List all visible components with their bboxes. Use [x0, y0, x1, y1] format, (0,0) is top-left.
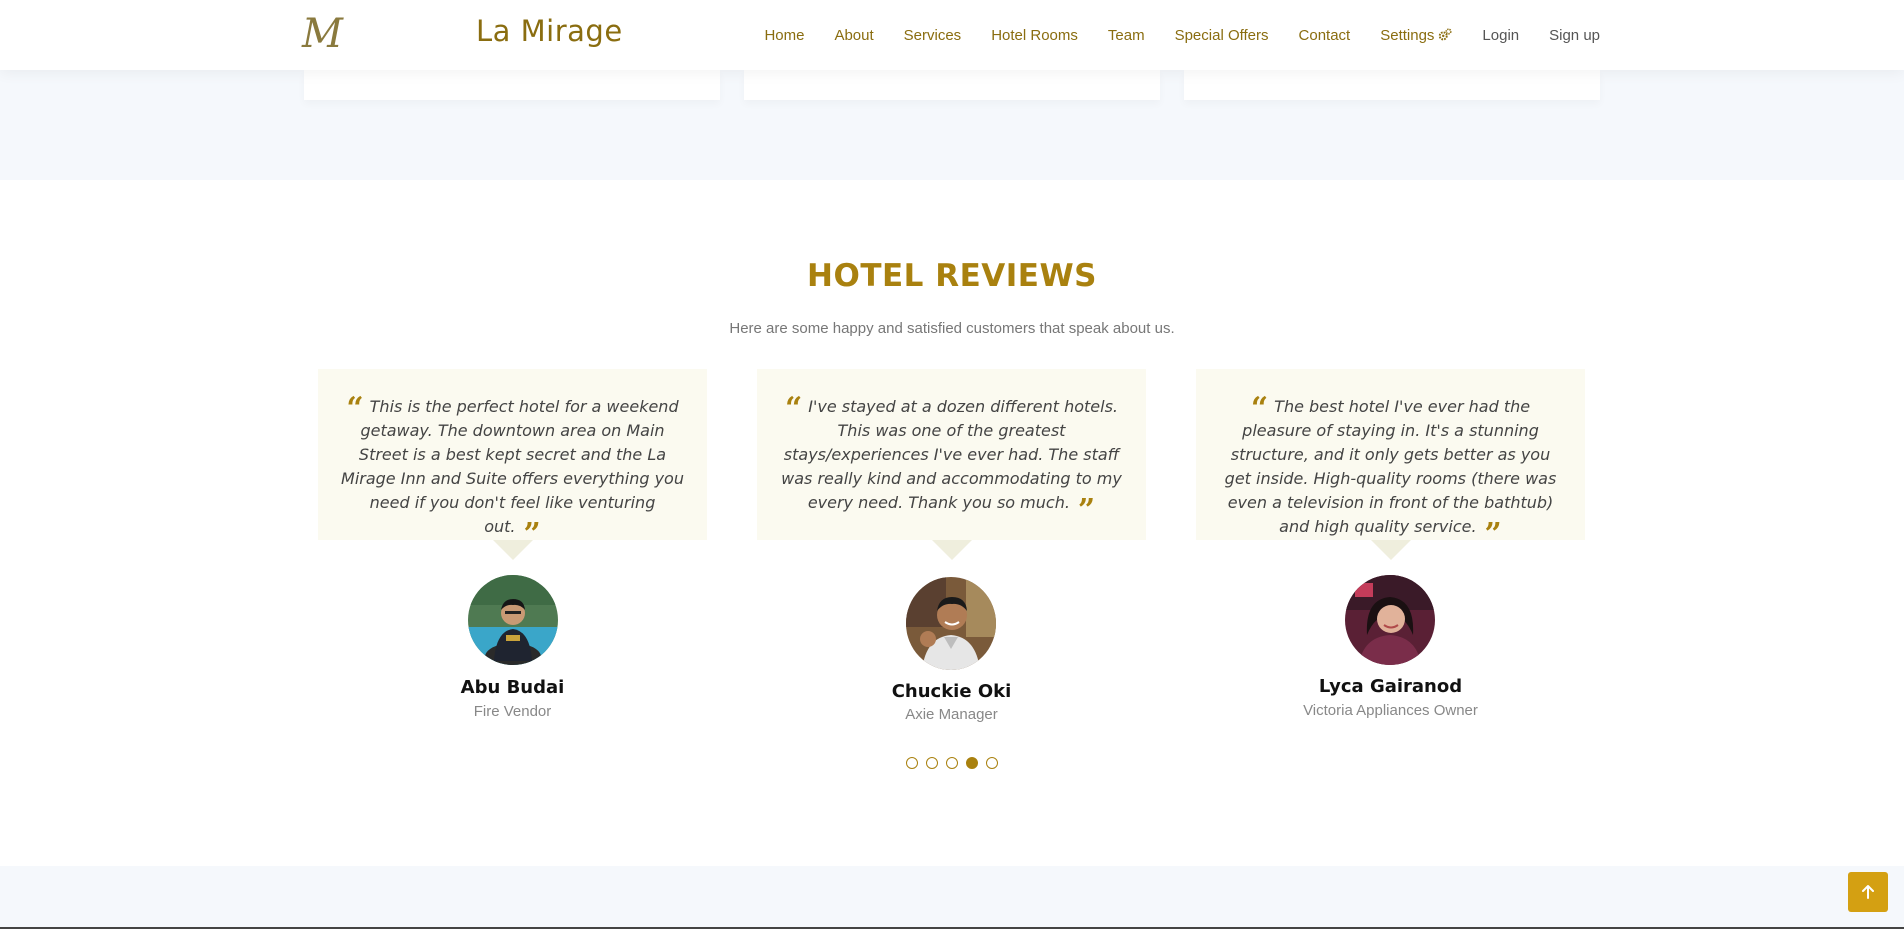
review-card: “This is the perfect hotel for a weekend…: [318, 369, 707, 560]
person-photo-icon: [468, 575, 558, 665]
quote-close-icon: ”: [523, 517, 541, 552]
review-text: This is the perfect hotel for a weekend …: [341, 397, 684, 536]
carousel-dot[interactable]: [926, 757, 938, 769]
review-text: The best hotel I've ever had the pleasur…: [1224, 397, 1557, 536]
review-bubble: “This is the perfect hotel for a weekend…: [318, 369, 707, 560]
site-header: M La Mirage Home About Services Hotel Ro…: [0, 0, 1904, 70]
services-section-bottom: [0, 70, 1904, 180]
quote-close-icon: ”: [1077, 493, 1096, 528]
nav-settings-label: Settings: [1380, 26, 1435, 44]
service-card: [1184, 70, 1600, 100]
main-nav: Home About Services Hotel Rooms Team Spe…: [734, 0, 1600, 70]
nav-home[interactable]: Home: [764, 27, 804, 44]
nav-contact[interactable]: Contact: [1299, 27, 1351, 44]
avatar: [468, 575, 558, 665]
avatar: [906, 577, 996, 670]
carousel-dot[interactable]: [986, 757, 998, 769]
reviewer-role: Fire Vendor: [473, 703, 552, 720]
review-text: I've stayed at a dozen different hotels.…: [781, 397, 1122, 512]
arrow-up-icon: [1862, 885, 1874, 899]
person-photo-icon: [1345, 575, 1435, 665]
nav-services[interactable]: Services: [904, 27, 962, 44]
quote-open-icon: “: [784, 391, 803, 426]
review-card: “I've stayed at a dozen different hotels…: [757, 369, 1146, 560]
gears-icon: [1439, 28, 1452, 41]
reviewer-name: Chuckie Oki: [891, 681, 1012, 702]
carousel-dot[interactable]: [906, 757, 918, 769]
review-bubble: “The best hotel I've ever had the pleasu…: [1196, 369, 1585, 560]
service-card: [304, 70, 720, 100]
nav-about[interactable]: About: [834, 27, 873, 44]
nav-team[interactable]: Team: [1108, 27, 1145, 44]
section-subtitle: Here are some happy and satisfied custom…: [729, 320, 1175, 337]
reviewer-name: Lyca Gairanod: [1318, 676, 1463, 697]
reviewer-name: Abu Budai: [460, 677, 565, 698]
reviewer-role: Victoria Appliances Owner: [1303, 702, 1478, 719]
nav-hotel-rooms[interactable]: Hotel Rooms: [991, 27, 1078, 44]
back-to-top-button[interactable]: [1848, 872, 1888, 912]
logo[interactable]: M: [302, 12, 343, 56]
service-card: [744, 70, 1160, 100]
quote-close-icon: ”: [1484, 517, 1502, 552]
next-section: [0, 866, 1904, 929]
review-card: “The best hotel I've ever had the pleasu…: [1196, 369, 1585, 560]
carousel-dot-active[interactable]: [966, 757, 978, 769]
carousel-pagination: [0, 757, 1904, 769]
avatar: [1345, 575, 1435, 665]
brand-name[interactable]: La Mirage: [476, 14, 623, 48]
section-title: HOTEL REVIEWS: [807, 258, 1097, 294]
review-bubble: “I've stayed at a dozen different hotels…: [757, 369, 1146, 560]
nav-signup[interactable]: Sign up: [1549, 27, 1600, 44]
carousel-dot[interactable]: [946, 757, 958, 769]
reviewer-role: Axie Manager: [905, 706, 998, 723]
nav-login[interactable]: Login: [1482, 27, 1519, 44]
person-photo-icon: [906, 577, 996, 670]
nav-settings[interactable]: Settings: [1380, 27, 1452, 44]
nav-special-offers[interactable]: Special Offers: [1175, 27, 1269, 44]
